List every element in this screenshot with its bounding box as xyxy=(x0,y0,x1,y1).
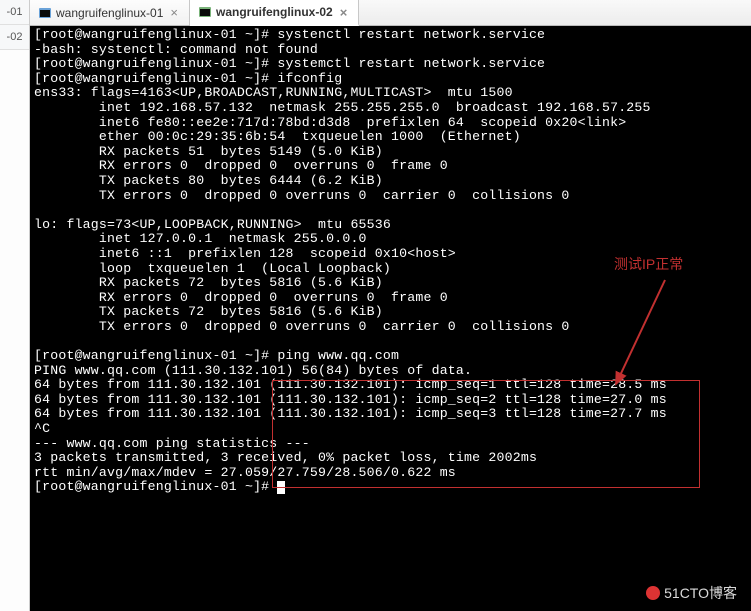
watermark: 51CTO博客 xyxy=(646,583,737,603)
logo-icon xyxy=(646,586,660,600)
tab-label: wangruifenglinux-02 xyxy=(216,5,333,19)
watermark-text: 51CTO博客 xyxy=(664,583,737,603)
close-icon[interactable]: × xyxy=(338,5,350,20)
session-gutter: -01 -02 xyxy=(0,0,30,611)
tab-2[interactable]: wangruifenglinux-02 × xyxy=(190,0,359,26)
annotation-label: 测试IP正常 xyxy=(614,254,683,274)
terminal-icon xyxy=(199,6,211,18)
tab-1[interactable]: wangruifenglinux-01 × xyxy=(30,0,190,25)
cursor xyxy=(277,481,285,494)
close-icon[interactable]: × xyxy=(168,5,180,20)
gutter-session-2[interactable]: -02 xyxy=(0,25,29,50)
gutter-session-1[interactable]: -01 xyxy=(0,0,29,25)
terminal-icon xyxy=(39,7,51,19)
tab-bar: wangruifenglinux-01 × wangruifenglinux-0… xyxy=(30,0,751,26)
terminal-pane[interactable]: [root@wangruifenglinux-01 ~]# systenctl … xyxy=(30,26,751,611)
tab-label: wangruifenglinux-01 xyxy=(56,6,163,20)
